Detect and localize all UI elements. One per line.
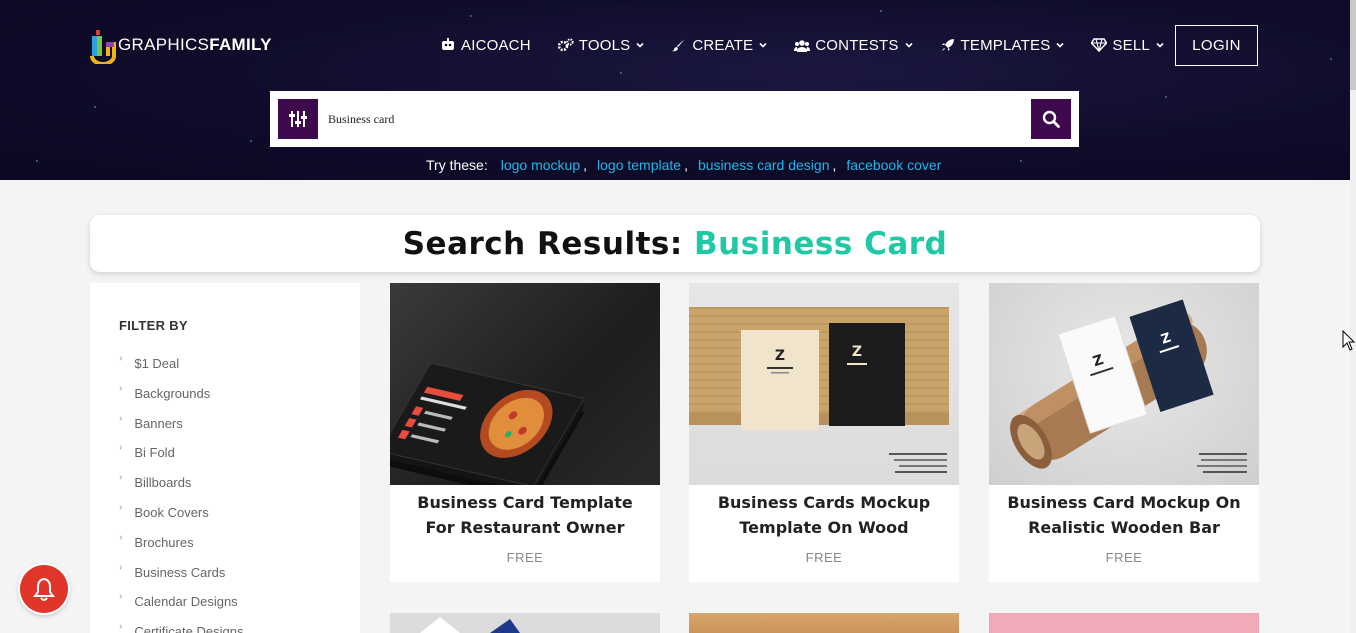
scrollbar-thumb[interactable] — [1350, 0, 1356, 90]
chevron-right-icon: › — [119, 591, 123, 603]
sliders-icon — [289, 111, 307, 127]
suggestion-link[interactable]: business card design — [698, 157, 830, 173]
nav-create[interactable]: CREATE — [671, 25, 767, 65]
category-item[interactable]: › Business Cards — [119, 561, 243, 595]
product-card[interactable]: Business Card Template For Restaurant Ow… — [390, 283, 660, 582]
nav-label: TEMPLATES — [960, 36, 1051, 54]
nav-label: TOOLS — [578, 36, 631, 54]
category-item[interactable]: › $1 Deal — [119, 353, 243, 386]
scrollbar-track[interactable] — [1350, 0, 1356, 633]
category-item[interactable]: › Certificate Designs — [119, 621, 243, 633]
product-price: FREE — [506, 550, 544, 565]
nav-templates[interactable]: TEMPLATES — [940, 25, 1065, 65]
logo-mark-icon — [90, 26, 116, 66]
product-title[interactable]: Business Cards Mockup Template On Wood — [699, 490, 949, 540]
chevron-right-icon: › — [119, 382, 123, 394]
search-icon — [1042, 110, 1060, 128]
logo-text: GRAPHICSFAMILY — [118, 35, 272, 54]
chevron-down-icon — [904, 42, 913, 48]
mouse-cursor-icon — [1342, 330, 1356, 351]
diamond-icon — [1091, 37, 1108, 53]
product-price: FREE — [805, 550, 843, 565]
chevron-right-icon: › — [119, 531, 123, 543]
suggestions-label: Try these: — [426, 157, 488, 173]
category-item[interactable]: › Brochures — [119, 531, 243, 565]
nav-aicoach[interactable]: AICOACH — [440, 25, 531, 65]
chevron-right-icon: › — [119, 472, 123, 484]
cogs-icon — [557, 37, 574, 53]
chevron-right-icon: › — [119, 353, 123, 364]
header-hero: GRAPHICSFAMILY AICOACH TOOLS CREATE CONT… — [0, 0, 1350, 180]
product-title[interactable]: Business Card Template For Restaurant Ow… — [400, 490, 650, 540]
chevron-right-icon: › — [119, 442, 123, 454]
notification-bell-button[interactable] — [20, 565, 68, 613]
chevron-right-icon: › — [119, 501, 123, 513]
rocket-icon — [940, 37, 956, 53]
product-price: FREE — [1105, 550, 1143, 565]
category-list: › $1 Deal › Backgrounds › Banners › Bi Fold … — [119, 353, 243, 633]
product-card[interactable]: Z Z Business Card Mockup On Realistic Wo… — [989, 283, 1259, 582]
category-item[interactable]: › Banners — [119, 412, 243, 446]
search-suggestions: Try these: logo mockup, logo template, b… — [426, 157, 942, 173]
site-logo[interactable]: GRAPHICSFAMILY — [90, 26, 272, 66]
suggestion-link[interactable]: facebook cover — [846, 157, 941, 173]
nav-label: CREATE — [692, 36, 754, 54]
robot-icon — [440, 37, 456, 53]
users-icon — [794, 37, 811, 53]
chevron-down-icon — [1156, 42, 1164, 48]
product-card[interactable]: Z Z Business Cards Mockup Template On Wo… — [689, 283, 959, 582]
nav-label: SELL — [1112, 36, 1150, 54]
search-bar — [270, 91, 1079, 147]
category-item[interactable]: › Billboards — [119, 472, 243, 505]
nav-sell[interactable]: SELL — [1091, 25, 1164, 65]
svg-text:Z: Z — [852, 344, 862, 360]
search-query-title: Business Card — [694, 225, 948, 262]
filter-heading: FILTER BY — [119, 318, 188, 333]
chevron-down-icon — [636, 42, 644, 48]
category-item[interactable]: › Bi Fold — [119, 442, 243, 475]
suggestion-link[interactable]: logo mockup — [501, 157, 580, 173]
category-item[interactable]: › Book Covers — [119, 501, 243, 535]
nav-tools[interactable]: TOOLS — [557, 25, 645, 65]
product-card[interactable] — [989, 613, 1259, 633]
brush-icon — [671, 37, 687, 53]
chevron-right-icon: › — [119, 412, 123, 424]
product-thumbnail[interactable]: Z Z — [689, 283, 959, 485]
product-title[interactable]: Business Card Mockup On Realistic Wooden… — [999, 490, 1249, 540]
nav-label: AICOACH — [461, 36, 531, 54]
product-thumbnail[interactable] — [390, 283, 660, 485]
chevron-right-icon: › — [119, 561, 123, 573]
main-nav: AICOACH TOOLS CREATE CONTESTS TEMPLATES … — [440, 25, 1191, 65]
nav-contests[interactable]: CONTESTS — [794, 25, 913, 65]
search-button[interactable] — [1031, 99, 1071, 139]
results-title-card: Search Results: Business Card — [90, 215, 1260, 272]
product-card[interactable] — [390, 613, 660, 633]
bell-icon — [33, 577, 55, 601]
filter-sidebar: FILTER BY › $1 Deal › Backgrounds › Banners… — [90, 283, 360, 633]
chevron-down-icon — [759, 42, 767, 48]
chevron-right-icon: › — [119, 621, 123, 633]
search-input[interactable] — [328, 99, 1018, 139]
nav-label: CONTESTS — [815, 36, 899, 54]
category-item[interactable]: › Calendar Designs — [119, 591, 243, 624]
page-title: Search Results: Business Card — [402, 225, 948, 262]
product-card[interactable] — [689, 613, 959, 633]
category-item[interactable]: › Backgrounds — [119, 382, 243, 416]
svg-text:Z: Z — [775, 348, 785, 364]
suggestion-link[interactable]: logo template — [597, 157, 681, 173]
product-thumbnail[interactable]: Z Z — [989, 283, 1259, 485]
filter-toggle-button[interactable] — [278, 99, 318, 139]
chevron-down-icon — [1056, 42, 1064, 48]
login-button[interactable]: LOGIN — [1175, 25, 1258, 66]
